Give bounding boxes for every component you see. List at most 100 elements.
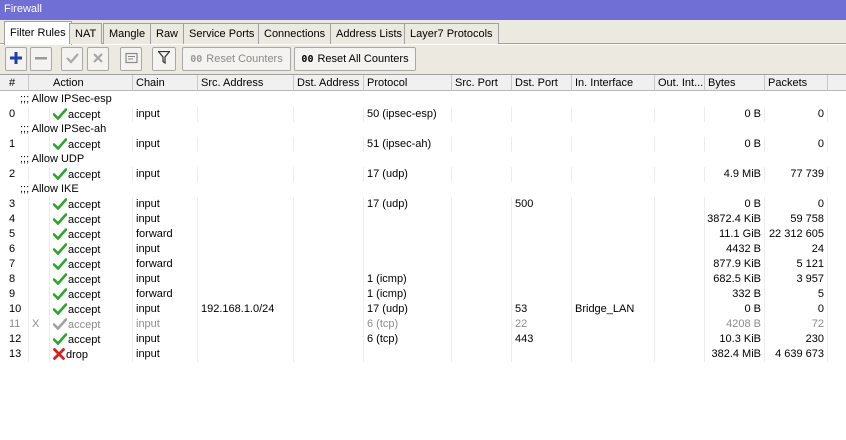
col-in-interface[interactable]: In. Interface xyxy=(572,75,655,91)
rule-number: 11 xyxy=(6,317,29,332)
rule-inif xyxy=(572,242,655,257)
table-row[interactable]: 9 accept forward 1 (icmp) 332 B5 xyxy=(0,287,830,302)
table-row[interactable]: 0 accept input 50 (ipsec-esp) 0 B0 xyxy=(0,107,830,122)
rule-src xyxy=(198,107,294,122)
rule-dst xyxy=(294,197,364,212)
rule-sport xyxy=(452,347,512,362)
col-src-address[interactable]: Src. Address xyxy=(198,75,294,91)
col-protocol[interactable]: Protocol xyxy=(364,75,452,91)
col-bytes[interactable]: Bytes xyxy=(705,75,765,91)
rule-chain: input xyxy=(133,212,198,227)
col-packets[interactable]: Packets xyxy=(765,75,828,91)
tab-raw[interactable]: Raw xyxy=(150,23,185,44)
rule-action: accept xyxy=(50,227,133,242)
rule-chain: forward xyxy=(133,287,198,302)
tab-service-ports[interactable]: Service Ports xyxy=(183,23,261,44)
rule-protocol: 17 (udp) xyxy=(364,167,452,182)
comment-row[interactable]: ;;; Allow IPSec-ah xyxy=(0,122,830,137)
tab-nat[interactable]: NAT xyxy=(69,23,103,44)
disable-button[interactable] xyxy=(87,47,109,71)
col-chain[interactable]: Chain xyxy=(133,75,198,91)
rule-action: drop xyxy=(50,347,133,362)
rule-dport xyxy=(512,107,572,122)
rule-number: 12 xyxy=(6,332,29,347)
rule-flag xyxy=(29,272,50,287)
rule-src xyxy=(198,227,294,242)
rule-number: 0 xyxy=(6,107,29,122)
table-row[interactable]: 10 accept input 192.168.1.0/24 17 (udp) 53 Bri… xyxy=(0,302,830,317)
rule-packets: 0 xyxy=(765,197,828,212)
tab-layer7-protocols[interactable]: Layer7 Protocols xyxy=(404,23,499,44)
comment-row[interactable]: ;;; Allow IPSec-esp xyxy=(0,92,830,107)
add-button[interactable] xyxy=(5,47,27,71)
rule-protocol: 6 (tcp) xyxy=(364,332,452,347)
comment-button[interactable] xyxy=(120,47,142,71)
check-icon xyxy=(52,137,68,153)
col-number[interactable]: # xyxy=(6,75,29,91)
rule-bytes: 0 B xyxy=(705,137,765,152)
table-row[interactable]: 2 accept input 17 (udp) 4.9 MiB 77 739 xyxy=(0,167,830,182)
rule-chain: forward xyxy=(133,257,198,272)
rule-bytes: 4.9 MiB xyxy=(705,167,765,182)
rule-src xyxy=(198,137,294,152)
tab-filter-rules[interactable]: Filter Rules xyxy=(4,21,72,45)
col-action[interactable]: Action xyxy=(50,75,133,91)
rule-packets: 0 xyxy=(765,107,828,122)
plus-icon xyxy=(10,51,22,67)
table-row[interactable]: 5 accept forward 11.1 GiB 22 312 605 xyxy=(0,227,830,242)
comment-row[interactable]: ;;; Allow IKE xyxy=(0,182,830,197)
rule-dport: 22 xyxy=(512,317,572,332)
check-icon xyxy=(52,167,68,183)
rule-inif: Bridge_LAN xyxy=(572,302,655,317)
rule-inif xyxy=(572,347,655,362)
check-icon xyxy=(52,317,68,333)
rule-dport xyxy=(512,272,572,287)
col-out-interface[interactable]: Out. Int... xyxy=(655,75,705,91)
rule-comment: ;;; Allow IKE xyxy=(20,183,79,195)
rule-dport xyxy=(512,137,572,152)
rule-bytes: 4208 B xyxy=(705,317,765,332)
rule-comment: ;;; Allow IPSec-ah xyxy=(20,123,107,135)
filter-button[interactable] xyxy=(152,47,176,71)
minus-icon xyxy=(35,52,47,67)
tab-connections[interactable]: Connections xyxy=(258,23,332,44)
rule-outif xyxy=(655,302,705,317)
rule-number: 6 xyxy=(6,242,29,257)
rule-outif xyxy=(655,317,705,332)
rule-inif xyxy=(572,197,655,212)
rule-action-label: accept xyxy=(68,199,101,211)
rule-flag xyxy=(29,197,50,212)
enable-button[interactable] xyxy=(61,47,83,71)
table-row[interactable]: 4 accept input 3872.4 KiB 59 758 xyxy=(0,212,830,227)
rule-comment: ;;; Allow IPSec-esp xyxy=(20,93,112,105)
tab-mangle[interactable]: Mangle xyxy=(103,23,152,44)
rule-action-label: accept xyxy=(68,229,101,241)
table-row[interactable]: 3 accept input 17 (udp) 500 0 B0 xyxy=(0,197,830,212)
remove-button[interactable] xyxy=(30,47,52,71)
col-dst-port[interactable]: Dst. Port xyxy=(512,75,572,91)
check-icon xyxy=(52,197,68,213)
filter-icon xyxy=(157,50,171,67)
reset-all-counters-button[interactable]: 00 Reset All Counters xyxy=(294,47,416,71)
col-src-port[interactable]: Src. Port xyxy=(452,75,512,91)
rule-chain: input xyxy=(133,137,198,152)
rule-protocol xyxy=(364,227,452,242)
table-header: # Action Chain Src. Address Dst. Address… xyxy=(0,75,846,91)
rule-flag xyxy=(29,347,50,362)
rule-protocol: 1 (icmp) xyxy=(364,287,452,302)
check-icon xyxy=(52,332,68,348)
comment-row[interactable]: ;;; Allow UDP xyxy=(0,152,830,167)
reset-counters-button[interactable]: 00 Reset Counters xyxy=(182,47,291,71)
tab-address-lists[interactable]: Address Lists xyxy=(330,23,409,44)
rule-src xyxy=(198,257,294,272)
col-dst-address[interactable]: Dst. Address xyxy=(294,75,364,91)
table-row[interactable]: 11 Xaccept input 6 (tcp) 22 4208 B 72 xyxy=(0,317,830,332)
table-row[interactable]: 13 drop input 382.4 MiB 4 639 673 xyxy=(0,347,830,362)
table-row[interactable]: 6 accept input 4432 B 24 xyxy=(0,242,830,257)
table-row[interactable]: 12 accept input 6 (tcp) 443 10.3 KiB 230 xyxy=(0,332,830,347)
table-row[interactable]: 1 accept input 51 (ipsec-ah) 0 B0 xyxy=(0,137,830,152)
reset-counters-label: Reset Counters xyxy=(206,53,283,65)
rule-src xyxy=(198,332,294,347)
table-row[interactable]: 7 accept forward 877.9 KiB 5 121 xyxy=(0,257,830,272)
table-row[interactable]: 8 accept input 1 (icmp) 682.5 KiB 3 957 xyxy=(0,272,830,287)
